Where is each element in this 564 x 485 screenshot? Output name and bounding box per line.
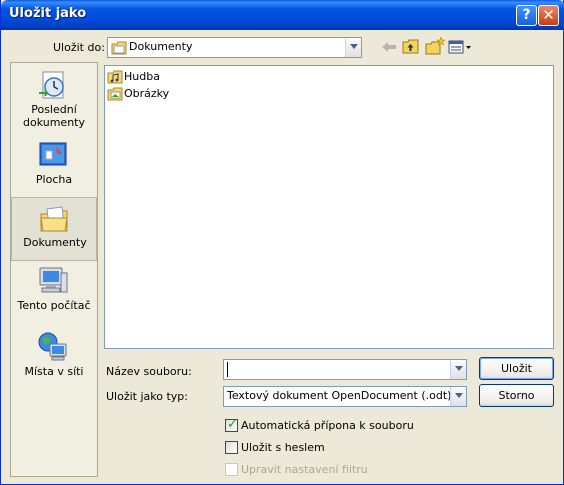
help-button[interactable]: ? <box>516 5 537 26</box>
place-my-computer[interactable]: Tento počítač <box>11 261 97 327</box>
save-with-password-label[interactable]: Uložit s heslem <box>241 441 325 454</box>
view-menu-button[interactable] <box>447 36 473 58</box>
music-folder-icon <box>107 70 123 84</box>
text-cursor <box>227 362 228 377</box>
chevron-down-icon[interactable] <box>345 38 361 57</box>
place-label: Poslední dokumenty <box>23 103 85 129</box>
my-computer-icon <box>39 267 68 293</box>
filename-label: Název souboru: <box>106 365 192 378</box>
cancel-button[interactable]: Storno <box>479 384 554 407</box>
desktop-icon <box>39 142 67 166</box>
save-in-value: Dokumenty <box>129 40 193 53</box>
recent-documents-icon <box>39 71 64 99</box>
file-name: Hudba <box>124 70 160 83</box>
place-desktop[interactable]: Plocha <box>11 135 97 195</box>
place-label: Dokumenty <box>23 236 87 249</box>
chevron-down-icon[interactable] <box>450 360 466 379</box>
filetype-dropdown[interactable]: Textový dokument OpenDocument (.odt) <box>223 386 467 407</box>
file-list[interactable]: Hudba Obrázky <box>104 65 554 349</box>
auto-extension-label[interactable]: Automatická přípona k souboru <box>241 419 414 432</box>
place-my-documents[interactable]: Dokumenty <box>11 197 97 261</box>
close-icon: ✕ <box>542 6 555 24</box>
new-folder-icon <box>425 36 446 55</box>
save-button-label: Uložit <box>501 362 532 375</box>
my-documents-icon <box>111 41 127 55</box>
filetype-label: Uložit jako typ: <box>106 390 188 403</box>
edit-filter-checkbox <box>225 463 238 476</box>
auto-extension-checkbox[interactable]: ✓ <box>225 417 238 432</box>
place-label: Plocha <box>35 173 73 186</box>
save-button[interactable]: Uložit <box>479 357 554 380</box>
pictures-folder-icon <box>107 87 123 101</box>
close-button[interactable]: ✕ <box>538 5 559 26</box>
places-bar: Poslední dokumenty Plocha Dokumenty Tent… <box>10 62 98 477</box>
place-label: Tento počítač <box>17 299 91 312</box>
save-in-label: Uložit do: <box>53 41 105 54</box>
new-folder-button[interactable] <box>424 36 446 58</box>
place-recent-documents[interactable]: Poslední dokumenty <box>11 65 97 135</box>
filetype-value: Textový dokument OpenDocument (.odt) <box>227 389 452 402</box>
edit-filter-label: Upravit nastavení filtru <box>241 463 368 476</box>
file-name: Obrázky <box>124 87 170 100</box>
cancel-button-label: Storno <box>498 389 535 402</box>
save-with-password-checkbox[interactable] <box>225 441 238 454</box>
up-folder-icon <box>402 39 419 54</box>
back-button[interactable] <box>378 36 400 58</box>
up-folder-button[interactable] <box>400 36 422 58</box>
view-menu-icon <box>448 40 471 54</box>
help-icon: ? <box>522 7 531 23</box>
my-documents-icon <box>40 206 68 232</box>
place-network[interactable]: Místa v síti <box>11 327 97 393</box>
checkmark-icon: ✓ <box>227 417 238 432</box>
window-title: Uložit jako <box>9 6 87 21</box>
back-arrow-icon <box>382 42 396 52</box>
filename-input[interactable] <box>223 359 467 380</box>
save-in-dropdown[interactable]: Dokumenty <box>107 37 362 58</box>
chevron-down-icon[interactable] <box>450 387 466 406</box>
title-bar[interactable]: Uložit jako ? ✕ <box>1 0 564 30</box>
network-places-icon <box>38 332 67 361</box>
place-label: Místa v síti <box>24 365 84 378</box>
save-as-dialog: Uložit jako ? ✕ Uložit do: Dokumenty Pos… <box>0 0 564 485</box>
